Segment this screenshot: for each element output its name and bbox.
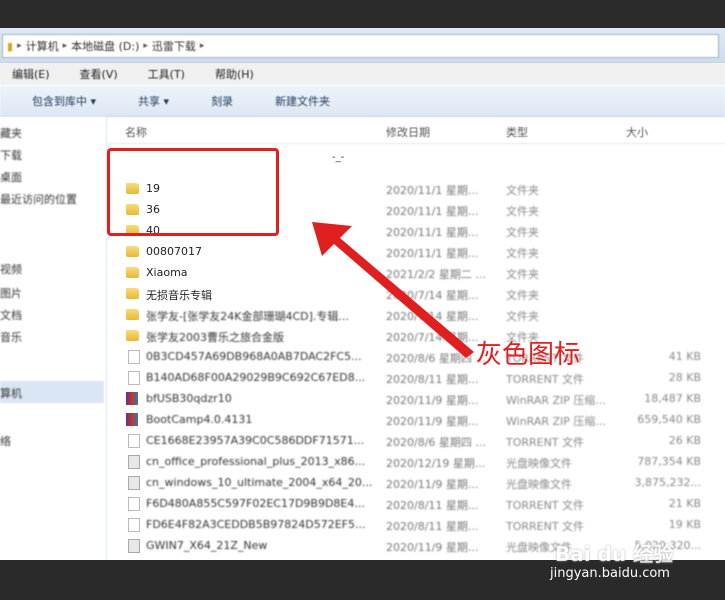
annotation-label: 灰色图标 [476, 340, 581, 370]
watermark-logo: Bai du 经验 [555, 542, 674, 566]
watermark-url: jingyan.baidu.com [550, 566, 670, 581]
arrow-icon [312, 222, 474, 358]
